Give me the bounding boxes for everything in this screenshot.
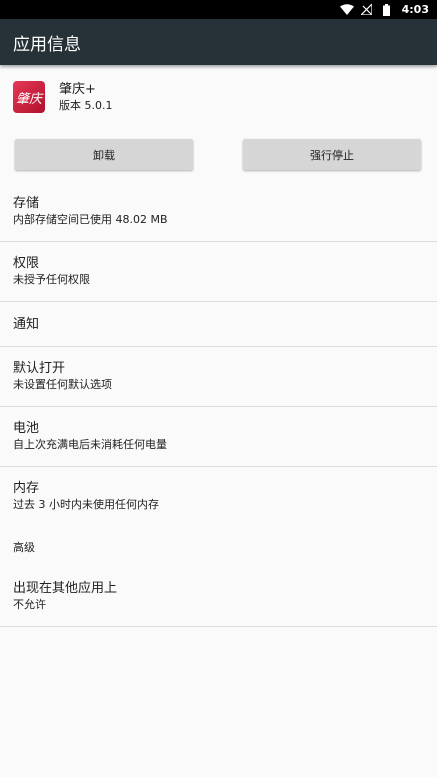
permissions-title: 权限 [13,256,40,271]
advanced-section-header: 高级 [13,540,35,554]
app-bar: 应用信息 [0,19,437,65]
status-bar: 4:03 [0,0,437,19]
storage-subtitle: 内部存储空间已使用 48.02 MB [13,213,168,226]
app-icon: 肇庆 [13,81,45,113]
page-title: 应用信息 [13,34,81,55]
action-buttons: 卸载 强行停止 [0,113,437,170]
permissions-subtitle: 未授予任何权限 [13,273,90,286]
memory-title: 内存 [13,481,40,496]
app-header: 肇庆 肇庆+ 版本 5.0.1 [0,65,437,113]
uninstall-button[interactable]: 卸载 [15,139,193,170]
open-by-default-subtitle: 未设置任何默认选项 [13,378,112,391]
memory-subtitle: 过去 3 小时内未使用任何内存 [13,498,159,511]
app-name: 肇庆+ [59,81,96,97]
app-meta: 肇庆+ 版本 5.0.1 [59,82,113,113]
permissions-row[interactable]: 权限 未授予任何权限 [0,242,437,302]
app-icon-text: 肇庆 [15,91,42,107]
notifications-row[interactable]: 通知 [0,302,437,347]
wifi-icon [339,4,354,16]
storage-row[interactable]: 存储 内部存储空间已使用 48.02 MB [0,182,437,242]
memory-row[interactable]: 内存 过去 3 小时内未使用任何内存 [0,467,437,526]
settings-list: 存储 内部存储空间已使用 48.02 MB 权限 未授予任何权限 通知 默认打开… [0,182,437,627]
battery-row[interactable]: 电池 自上次充满电后未消耗任何电量 [0,407,437,467]
no-signal-icon [360,4,374,16]
app-version: 版本 5.0.1 [59,98,113,112]
storage-title: 存储 [13,196,40,211]
display-over-apps-row[interactable]: 出现在其他应用上 不允许 [0,567,437,627]
battery-subtitle: 自上次充满电后未消耗任何电量 [13,438,167,451]
display-over-apps-subtitle: 不允许 [13,598,46,611]
open-by-default-row[interactable]: 默认打开 未设置任何默认选项 [0,347,437,407]
battery-icon [380,3,394,16]
open-by-default-title: 默认打开 [13,361,66,376]
battery-title: 电池 [13,421,40,436]
force-stop-button[interactable]: 强行停止 [243,139,421,170]
display-over-apps-title: 出现在其他应用上 [13,581,118,596]
clock: 4:03 [401,3,429,16]
notifications-title: 通知 [13,316,40,332]
